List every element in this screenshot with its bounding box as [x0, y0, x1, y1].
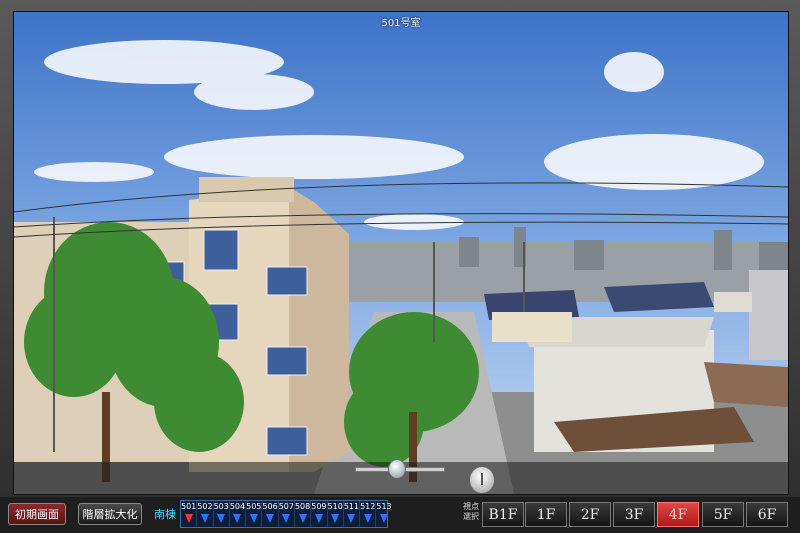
room-marker-icon	[184, 514, 193, 523]
floor-button-6f[interactable]: 6F	[746, 502, 788, 527]
floor-zoom-button[interactable]: 階層拡大化	[78, 503, 142, 525]
initial-screen-button[interactable]: 初期画面	[8, 503, 66, 525]
room-button-501[interactable]: 501	[181, 501, 198, 527]
city-scene	[14, 12, 788, 494]
room-selector: 501 502 503 504 505 506 507 508 509 510 511 512 513	[180, 500, 392, 528]
room-button-513[interactable]: 513	[376, 501, 392, 527]
floor-button-1f[interactable]: 1F	[525, 502, 567, 527]
room-marker-icon	[282, 514, 291, 523]
room-button-507[interactable]: 507	[279, 501, 295, 527]
room-button-511[interactable]: 511	[343, 501, 361, 527]
room-number: 501	[181, 502, 197, 511]
room-button-502[interactable]: 502	[197, 501, 214, 527]
room-marker-icon	[314, 514, 323, 523]
viewpoint-label: 視点 選択	[463, 502, 479, 521]
room-number: 507	[278, 502, 294, 511]
room-number: 510	[327, 502, 343, 511]
room-number: 509	[311, 502, 327, 511]
room-button-506[interactable]: 506	[262, 501, 279, 527]
room-number: 505	[246, 502, 262, 511]
room-marker-icon	[200, 514, 209, 523]
room-marker-icon	[266, 514, 275, 523]
room-button-509[interactable]: 509	[311, 501, 328, 527]
floor-button-b1f[interactable]: B1F	[482, 502, 524, 527]
room-marker-icon	[380, 514, 389, 523]
room-button-505[interactable]: 505	[246, 501, 263, 527]
zoom-slider-handle[interactable]	[388, 459, 406, 479]
room-label: 501号室	[381, 18, 421, 29]
room-number: 512	[360, 502, 376, 511]
rotate-dial[interactable]	[469, 466, 495, 494]
room-button-510[interactable]: 510	[328, 501, 344, 527]
room-number: 506	[262, 502, 278, 511]
floor-button-4f[interactable]: 4F	[657, 502, 699, 527]
room-marker-icon	[249, 514, 258, 523]
room-marker-icon	[331, 514, 340, 523]
room-marker-icon	[298, 514, 307, 523]
building-label: 南棟	[154, 508, 176, 521]
room-number: 511	[343, 502, 360, 511]
room-number: 513	[376, 502, 392, 511]
room-number: 503	[213, 502, 229, 511]
room-marker-icon	[347, 514, 356, 523]
floor-button-3f[interactable]: 3F	[613, 502, 655, 527]
floor-button-5f[interactable]: 5F	[702, 502, 744, 527]
3d-view[interactable]: 501号室	[13, 11, 789, 495]
room-button-504[interactable]: 504	[229, 501, 247, 527]
room-marker-icon	[363, 514, 372, 523]
room-button-512[interactable]: 512	[360, 501, 377, 527]
room-number: 502	[197, 502, 213, 511]
room-marker-icon	[217, 514, 226, 523]
room-number: 508	[294, 502, 311, 511]
room-button-508[interactable]: 508	[294, 501, 312, 527]
room-marker-icon	[233, 514, 242, 523]
room-number: 504	[229, 502, 246, 511]
room-button-503[interactable]: 503	[214, 501, 230, 527]
floor-button-2f[interactable]: 2F	[569, 502, 611, 527]
